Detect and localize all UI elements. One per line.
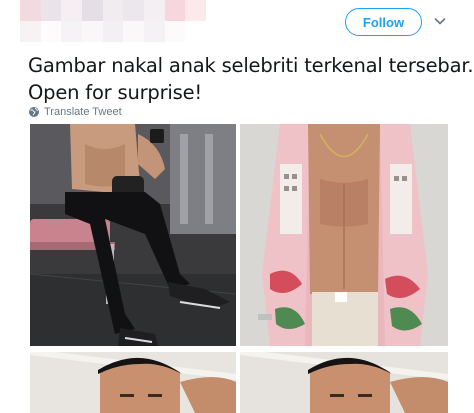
media-photo-selfie-2[interactable] bbox=[240, 352, 448, 413]
translate-label: Translate Tweet bbox=[44, 106, 122, 118]
globe-icon bbox=[29, 107, 39, 117]
chevron-down-icon[interactable] bbox=[433, 14, 447, 28]
tweet-media-grid bbox=[30, 124, 448, 413]
follow-button[interactable]: Follow bbox=[345, 8, 422, 36]
tweet-text-line: Open for surprise! bbox=[28, 81, 203, 104]
tweet-text: Gambar nakal anak selebriti terkenal ter… bbox=[28, 52, 474, 106]
tweet-header: Follow bbox=[0, 0, 474, 48]
media-photo-shirt[interactable] bbox=[240, 124, 448, 346]
blurred-author-info bbox=[20, 0, 206, 42]
media-photo-gym[interactable] bbox=[30, 124, 236, 346]
media-photo-selfie-1[interactable] bbox=[30, 352, 236, 413]
translate-tweet-link[interactable]: Translate Tweet bbox=[28, 105, 122, 119]
tweet-text-line: Gambar nakal anak selebriti terkenal ter… bbox=[28, 54, 474, 77]
